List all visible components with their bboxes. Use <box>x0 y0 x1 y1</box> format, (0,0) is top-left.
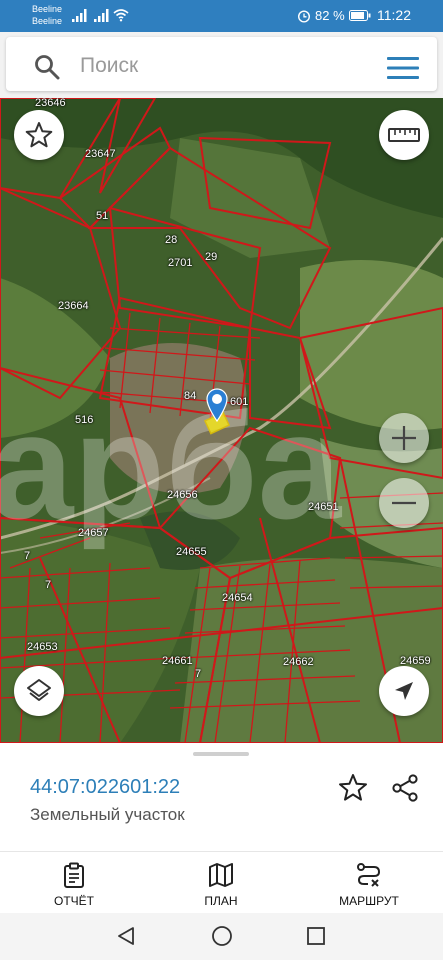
hamburger-menu-icon[interactable] <box>387 56 419 80</box>
parcel-info-card[interactable]: 44:07:022601:22 Земельный участок <box>0 743 443 851</box>
watermark: арба <box>0 382 343 550</box>
search-icon[interactable] <box>34 54 60 80</box>
status-bar: Beeline Beeline 82 % 11:22 <box>0 0 443 32</box>
clock: 11:22 <box>377 7 411 23</box>
carrier-1: Beeline <box>32 4 63 14</box>
carrier-2: Beeline <box>32 16 63 26</box>
parcel-label: 7 <box>195 668 202 680</box>
parcel-label: 24657 <box>78 527 109 539</box>
parcel-label: 2701 <box>168 257 193 269</box>
parcel-type: Земельный участок <box>30 805 185 824</box>
signal-icon <box>72 9 87 22</box>
zoom-out-button[interactable] <box>379 478 429 528</box>
parcel-label: 24655 <box>176 546 207 558</box>
bottom-navigation: ОТЧЁТ ПЛАН МАРШРУТ <box>0 851 443 913</box>
parcel-label: 24661 <box>162 655 193 667</box>
back-triangle-icon[interactable] <box>115 925 137 947</box>
wifi-icon <box>113 9 129 22</box>
route-icon <box>357 863 381 887</box>
cadastral-number: 44:07:022601:22 <box>30 776 181 798</box>
parcel-label: 516 <box>75 414 94 426</box>
favorites-button[interactable] <box>14 110 64 160</box>
nav-plan[interactable]: ПЛАН <box>161 852 281 914</box>
zoom-in-icon <box>392 426 416 450</box>
battery-percent: 82 % <box>315 8 345 23</box>
parcel-label: 7 <box>45 579 52 591</box>
nav-route-label: МАРШРУТ <box>339 894 399 908</box>
parcel-label: 29 <box>205 251 218 263</box>
nav-report-label: ОТЧЁТ <box>53 894 94 908</box>
signal-icon <box>94 9 109 22</box>
parcel-label: 84 <box>184 390 197 402</box>
zoom-out-icon <box>392 501 416 505</box>
star-icon[interactable] <box>338 773 368 803</box>
zoom-in-button[interactable] <box>379 413 429 463</box>
parcel-label: 24651 <box>308 501 339 513</box>
search-area <box>0 32 443 98</box>
layers-button[interactable] <box>14 666 64 716</box>
search-bar[interactable] <box>6 37 437 91</box>
search-input[interactable] <box>80 49 380 83</box>
parcel-label: 28 <box>165 234 178 246</box>
report-clipboard-icon <box>64 862 84 888</box>
map-view[interactable]: арба 23646 23647 51 28 2701 29 23664 84 … <box>0 98 443 743</box>
parcel-label: 24653 <box>27 641 58 653</box>
layers-icon <box>27 679 51 701</box>
parcel-label: 24654 <box>222 592 253 604</box>
locate-arrow-icon <box>395 682 413 700</box>
map-plan-icon <box>209 863 233 887</box>
parcel-label: 23646 <box>35 98 66 109</box>
nav-report[interactable]: ОТЧЁТ <box>14 852 134 914</box>
alarm-icon <box>297 10 311 23</box>
parcel-label: 23664 <box>58 300 89 312</box>
recents-square-icon[interactable] <box>305 925 327 947</box>
nav-route[interactable]: МАРШРУТ <box>309 852 429 914</box>
ruler-button[interactable] <box>379 110 429 160</box>
share-icon[interactable] <box>390 773 420 803</box>
parcel-label: 23647 <box>85 148 116 160</box>
star-icon <box>25 122 53 148</box>
parcel-label: 601 <box>230 396 249 408</box>
parcel-label: 7 <box>24 550 31 562</box>
ruler-icon <box>388 128 420 142</box>
drag-handle[interactable] <box>193 752 249 756</box>
battery-icon <box>349 10 371 21</box>
parcel-label: 24662 <box>283 656 314 668</box>
home-circle-icon[interactable] <box>211 925 233 947</box>
parcel-label: 24656 <box>167 489 198 501</box>
system-navigation-bar <box>0 913 443 960</box>
nav-plan-label: ПЛАН <box>204 894 238 908</box>
location-pin-icon[interactable] <box>206 388 228 422</box>
parcel-label: 51 <box>96 210 109 222</box>
my-location-button[interactable] <box>379 666 429 716</box>
